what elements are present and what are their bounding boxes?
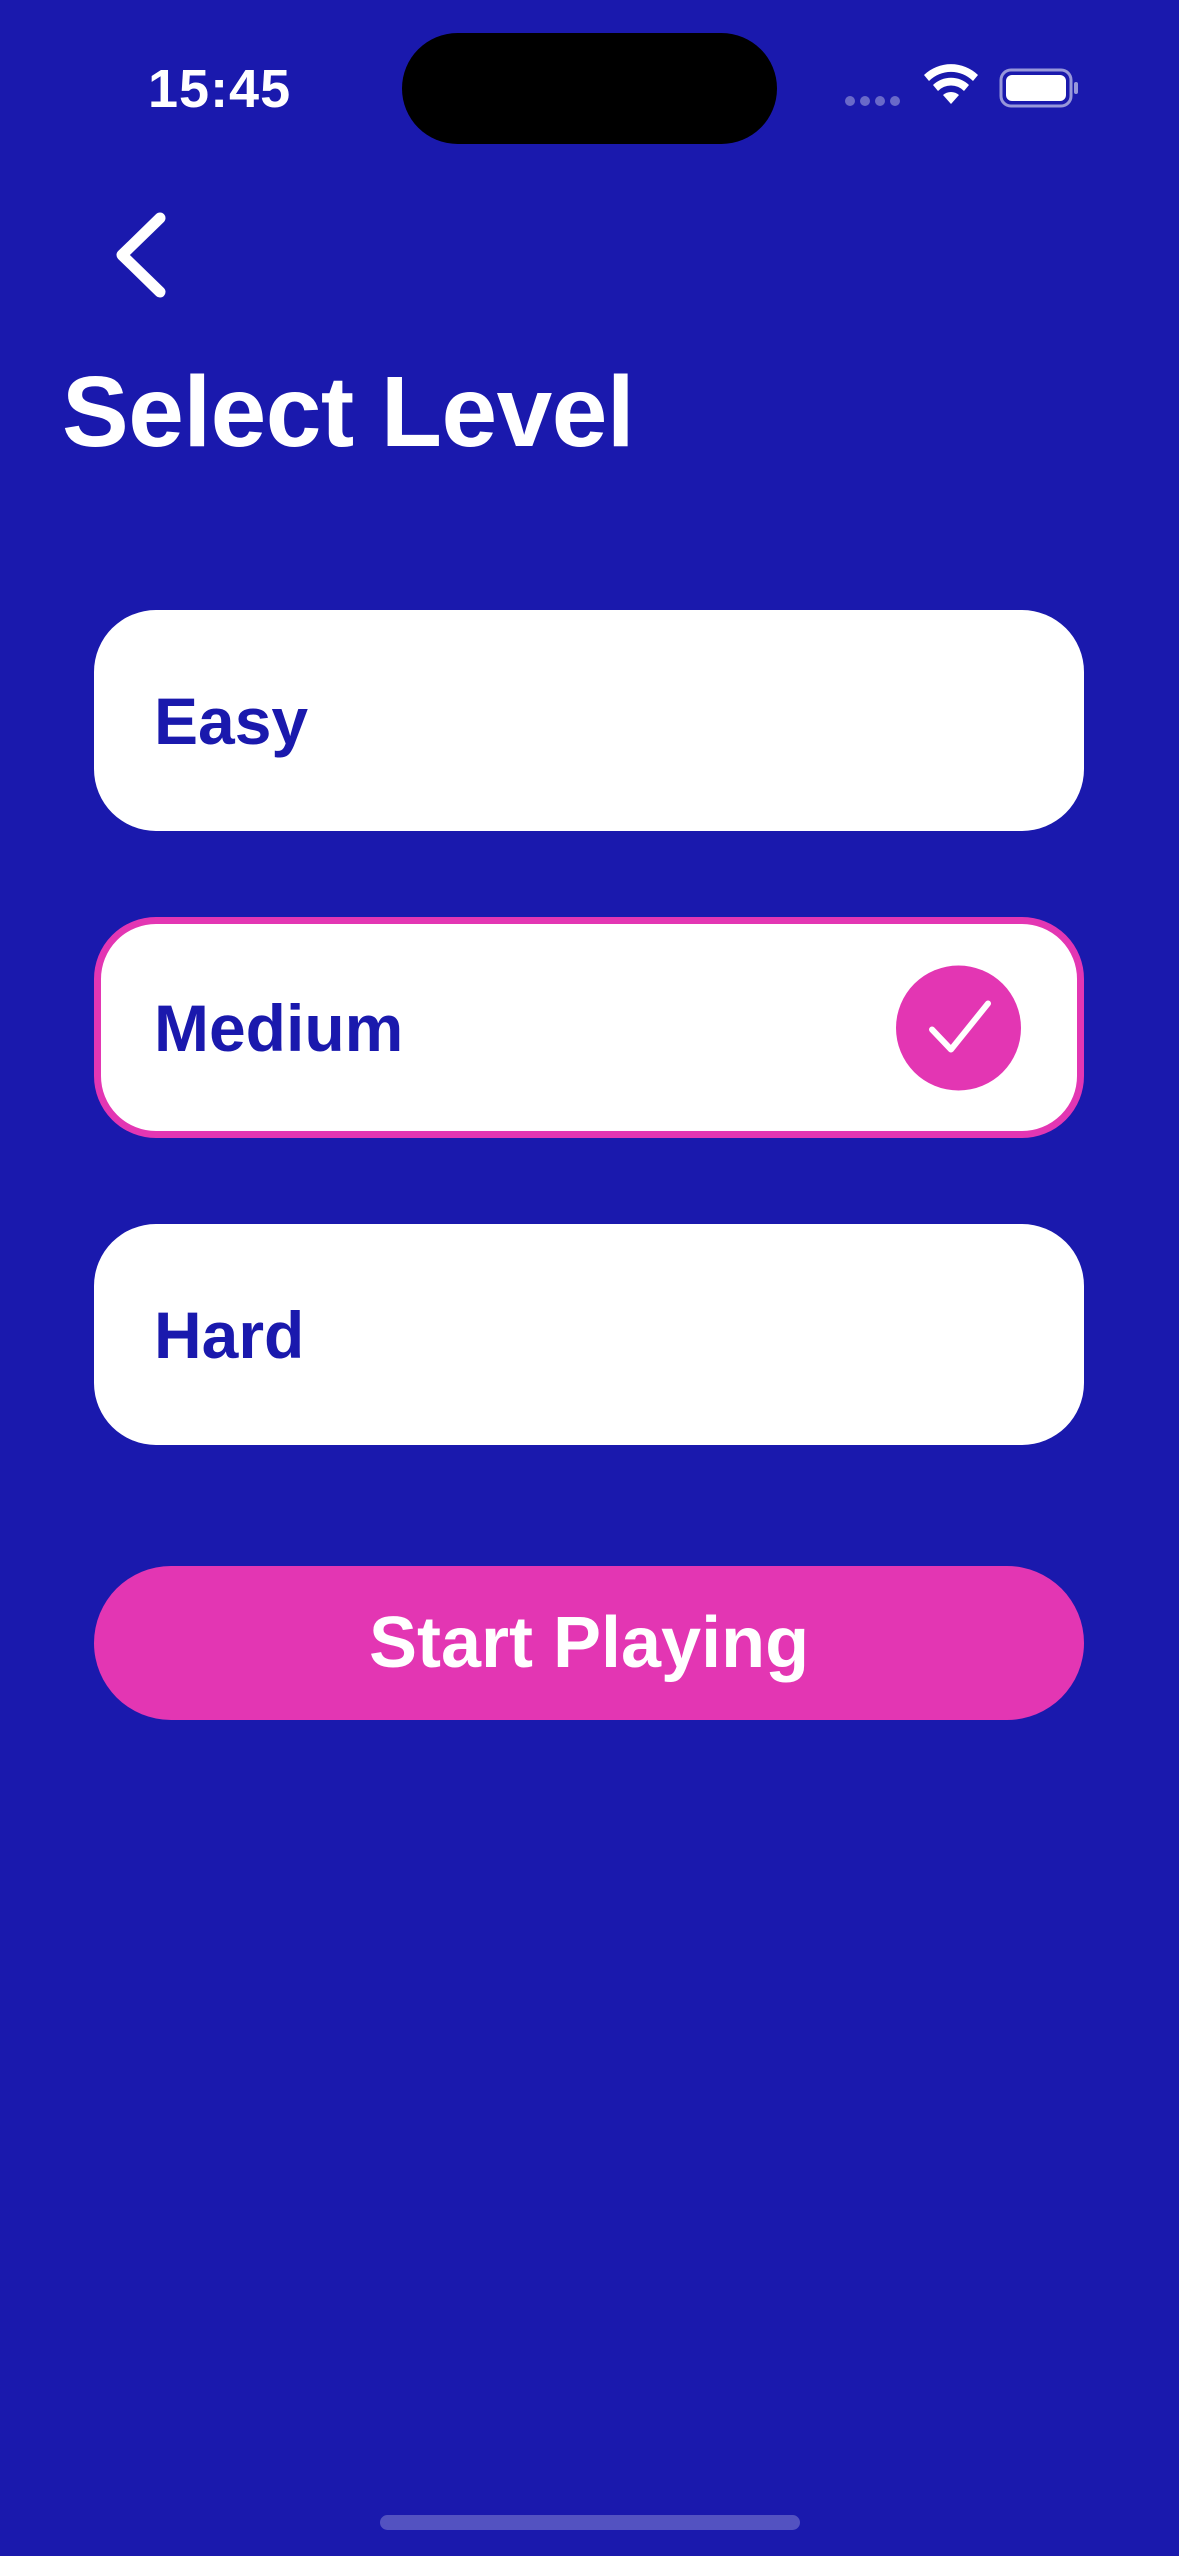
status-time: 15:45 xyxy=(148,59,292,119)
page-title: Select Level xyxy=(62,356,635,468)
start-playing-button[interactable]: Start Playing xyxy=(94,1566,1084,1720)
level-option-hard[interactable]: Hard xyxy=(94,1224,1084,1445)
back-button[interactable] xyxy=(100,200,190,310)
level-label: Hard xyxy=(154,1297,305,1372)
wifi-icon xyxy=(923,64,979,108)
home-indicator[interactable] xyxy=(380,2515,800,2530)
dynamic-island xyxy=(402,33,777,144)
level-label: Medium xyxy=(154,990,404,1065)
battery-icon xyxy=(999,68,1081,108)
level-option-medium[interactable]: Medium xyxy=(94,917,1084,1138)
checkmark-icon xyxy=(896,965,1021,1090)
chevron-left-icon xyxy=(116,212,166,298)
level-option-easy[interactable]: Easy xyxy=(94,610,1084,831)
cellular-signal-icon xyxy=(845,96,905,108)
level-label: Easy xyxy=(154,683,309,758)
